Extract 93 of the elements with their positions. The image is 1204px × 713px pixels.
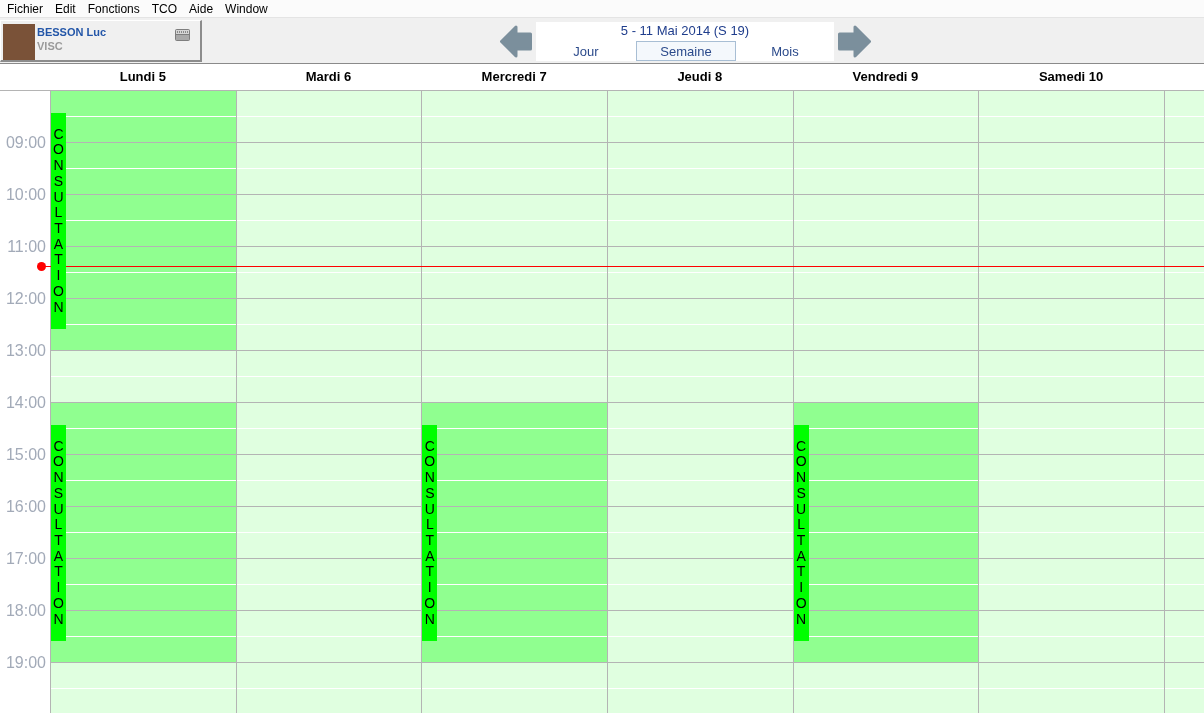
time-slot[interactable] xyxy=(236,559,422,611)
time-slot[interactable] xyxy=(979,143,1164,195)
time-slot[interactable] xyxy=(793,195,979,247)
day-header: Samedi 10 xyxy=(1038,69,1104,85)
menu-item[interactable]: Edit xyxy=(49,0,82,17)
appointment-label: CONSULTATION xyxy=(422,425,438,641)
time-slot[interactable] xyxy=(607,507,793,559)
view-tab[interactable]: Jour xyxy=(536,41,636,61)
appointment-label: CONSULTATION xyxy=(51,113,66,329)
time-label: 18:00 xyxy=(5,602,46,620)
day-header: Mercredi 7 xyxy=(481,69,547,85)
day-header: Vendredi 9 xyxy=(852,69,919,85)
photo-placeholder xyxy=(3,24,35,60)
user-name: BESSON Luc xyxy=(37,25,107,39)
time-slot[interactable] xyxy=(979,507,1164,559)
time-slot[interactable] xyxy=(979,663,1164,713)
time-slot[interactable] xyxy=(422,143,607,195)
time-label: 14:00 xyxy=(5,394,46,412)
time-slot[interactable] xyxy=(422,351,607,403)
time-slot[interactable] xyxy=(979,455,1164,507)
time-slot[interactable] xyxy=(236,195,422,247)
time-slot[interactable] xyxy=(607,143,793,195)
time-slot[interactable] xyxy=(422,247,607,299)
appointment-block[interactable]: CONSULTATION xyxy=(793,403,979,663)
time-slot[interactable] xyxy=(793,91,979,143)
time-label: 13:00 xyxy=(5,342,46,360)
day-header: Mardi 6 xyxy=(305,69,352,85)
time-slot[interactable] xyxy=(236,299,422,351)
menu-item[interactable]: Fichier xyxy=(1,0,49,17)
right-arrow-icon[interactable] xyxy=(838,25,871,58)
time-label: 19:00 xyxy=(5,654,46,672)
time-slot[interactable] xyxy=(979,195,1164,247)
time-slot[interactable] xyxy=(607,91,793,143)
time-slot[interactable] xyxy=(793,663,979,713)
menu-item[interactable]: Aide xyxy=(183,0,220,17)
view-tab[interactable]: Semaine xyxy=(636,41,736,61)
time-slot[interactable] xyxy=(607,455,793,507)
keyboard-icon[interactable] xyxy=(175,29,190,41)
time-slot[interactable] xyxy=(236,143,422,195)
time-slot[interactable] xyxy=(793,351,979,403)
time-slot[interactable] xyxy=(793,143,979,195)
time-slot[interactable] xyxy=(607,299,793,351)
view-tab[interactable]: Mois xyxy=(736,41,834,61)
time-slot[interactable] xyxy=(236,91,422,143)
time-slot[interactable] xyxy=(422,663,607,713)
time-slot[interactable] xyxy=(979,299,1164,351)
time-slot[interactable] xyxy=(236,663,422,713)
menu-item[interactable]: Window xyxy=(219,0,274,17)
time-slot[interactable] xyxy=(236,507,422,559)
time-slot[interactable] xyxy=(236,455,422,507)
appointment-block[interactable]: CONSULTATION xyxy=(51,91,236,351)
left-arrow-icon[interactable] xyxy=(500,25,532,58)
time-slot[interactable] xyxy=(607,351,793,403)
menu-item[interactable]: Fonctions xyxy=(81,0,146,17)
time-slot[interactable] xyxy=(607,195,793,247)
time-slot[interactable] xyxy=(979,91,1164,143)
time-slot[interactable] xyxy=(236,247,422,299)
time-slot[interactable] xyxy=(607,247,793,299)
time-slot[interactable] xyxy=(607,559,793,611)
time-slot[interactable] xyxy=(51,663,236,713)
day-header: Jeudi 8 xyxy=(677,69,723,85)
time-slot[interactable] xyxy=(422,299,607,351)
time-slot[interactable] xyxy=(607,403,793,455)
time-slot[interactable] xyxy=(979,351,1164,403)
time-slot[interactable] xyxy=(607,611,793,663)
time-label: 12:00 xyxy=(5,290,46,308)
time-slot[interactable] xyxy=(793,247,979,299)
time-label: 11:00 xyxy=(7,238,46,256)
time-slot[interactable] xyxy=(979,403,1164,455)
time-label: 10:00 xyxy=(5,186,46,204)
time-slot[interactable] xyxy=(236,351,422,403)
time-slot[interactable] xyxy=(236,611,422,663)
time-slot[interactable] xyxy=(51,351,236,403)
time-slot[interactable] xyxy=(793,299,979,351)
period-title: 5 - 11 Mai 2014 (S 19) xyxy=(619,22,751,40)
time-label: 16:00 xyxy=(5,498,46,516)
time-label: 17:00 xyxy=(5,550,46,568)
appointment-label: CONSULTATION xyxy=(51,425,66,641)
time-slot[interactable] xyxy=(979,247,1164,299)
time-slot[interactable] xyxy=(422,195,607,247)
menu-item[interactable]: TCO xyxy=(145,0,184,17)
time-slot[interactable] xyxy=(236,403,422,455)
time-slot[interactable] xyxy=(979,611,1164,663)
appointment-block[interactable]: CONSULTATION xyxy=(422,403,607,663)
time-label: 09:00 xyxy=(5,134,46,152)
time-slot[interactable] xyxy=(979,559,1164,611)
appointment-label: CONSULTATION xyxy=(793,425,809,641)
day-header: Lundi 5 xyxy=(119,69,166,85)
user-role: VISC xyxy=(37,39,64,53)
appointment-block[interactable]: CONSULTATION xyxy=(51,403,236,663)
time-slot[interactable] xyxy=(607,663,793,713)
time-label: 15:00 xyxy=(5,446,46,464)
time-slot[interactable] xyxy=(422,91,607,143)
